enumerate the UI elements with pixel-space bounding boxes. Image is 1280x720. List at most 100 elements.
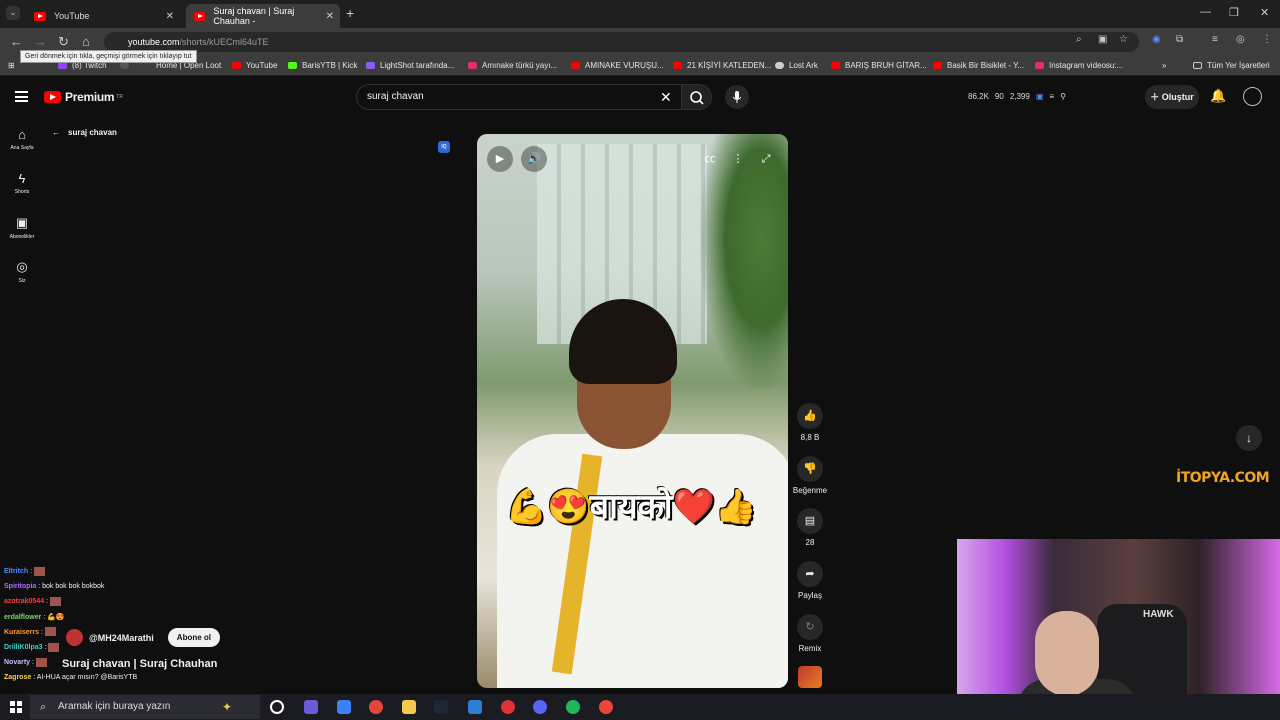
- channel-avatar[interactable]: [66, 629, 83, 646]
- video-person-shirt: [497, 434, 788, 688]
- search-input[interactable]: suraj chavan: [356, 84, 682, 110]
- iq-extension-badge[interactable]: IQ: [438, 141, 450, 153]
- minimize-icon[interactable]: —: [1200, 6, 1211, 18]
- home-icon[interactable]: ⌂: [82, 34, 90, 49]
- chrome-icon[interactable]: [369, 700, 383, 714]
- subscribe-button[interactable]: Abone ol: [167, 628, 221, 647]
- install-app-icon[interactable]: ▣: [1098, 34, 1107, 45]
- menu-icon[interactable]: ⋮: [1262, 34, 1272, 45]
- bookmark-item[interactable]: Instagram videosu:...: [1035, 61, 1123, 70]
- zoom-icon[interactable]: ⌕: [1076, 34, 1082, 45]
- youtube-logo[interactable]: Premium TR: [44, 90, 123, 104]
- sparkle-icon[interactable]: ✦: [222, 700, 236, 714]
- close-tab-icon[interactable]: ✕: [326, 11, 334, 22]
- video-caption: 💪😍बायको❤️👍: [505, 488, 758, 526]
- discord-icon[interactable]: [533, 700, 547, 714]
- lostark-icon: [775, 62, 784, 69]
- app-icon[interactable]: [468, 700, 482, 714]
- fullscreen-icon[interactable]: ⤢: [753, 146, 779, 172]
- like-count: 8,8 B: [800, 433, 820, 442]
- kick-icon: [288, 62, 297, 69]
- url-host: youtube.com: [128, 37, 180, 47]
- account-avatar[interactable]: [1243, 87, 1262, 106]
- back-icon[interactable]: ←: [10, 34, 23, 49]
- bookmark-item[interactable]: Amınake türkü yayı...: [468, 61, 557, 70]
- steam-icon[interactable]: [434, 700, 448, 714]
- back-to-search[interactable]: ← suraj chavan: [52, 128, 117, 137]
- shorts-icon: ϟ: [18, 171, 26, 186]
- filter-icon[interactable]: ≡: [1049, 92, 1054, 101]
- windows-start-icon[interactable]: [10, 701, 22, 713]
- sidebar-item-home[interactable]: ⌂ Ana Sayfa: [0, 127, 44, 151]
- cortana-icon[interactable]: [270, 700, 284, 714]
- file-explorer-icon[interactable]: [402, 700, 416, 714]
- bookmark-item[interactable]: 21 KİŞİYİ KATLEDEN...: [673, 61, 771, 70]
- dislike-label: Beğenme: [792, 486, 828, 495]
- bookmark-star-icon[interactable]: ☆: [1119, 34, 1128, 45]
- search-icon: ⌕: [40, 701, 47, 713]
- forward-icon[interactable]: →: [34, 34, 47, 49]
- bookmark-item[interactable]: AMINAKE VURUŞU...: [571, 61, 664, 70]
- extension-icon[interactable]: ▣: [1036, 92, 1044, 101]
- like-button[interactable]: 👍 8,8 B: [790, 403, 830, 442]
- taskbar-search-placeholder: Aramak için buraya yazın: [58, 701, 171, 712]
- search-button[interactable]: [682, 84, 712, 110]
- captions-icon[interactable]: ㏄: [697, 146, 723, 172]
- address-bar[interactable]: youtube.com/shorts/kUECml64uTE: [104, 32, 1139, 52]
- play-icon[interactable]: ▶: [487, 146, 513, 172]
- close-window-icon[interactable]: ✕: [1260, 6, 1269, 19]
- sidebar-item-shorts[interactable]: ϟ Shorts: [0, 171, 44, 195]
- hamburger-menu-icon[interactable]: [15, 91, 28, 102]
- pin-icon[interactable]: ⚲: [1060, 92, 1066, 101]
- dislike-button[interactable]: 👎 Beğenme: [790, 456, 830, 495]
- comments-button[interactable]: ▤ 28: [790, 508, 830, 547]
- remix-icon: ↻: [797, 614, 823, 640]
- close-tab-icon[interactable]: ✕: [166, 11, 174, 22]
- bookmark-item[interactable]: Lost Ark: [775, 61, 818, 70]
- spotify-icon[interactable]: [566, 700, 580, 714]
- new-tab-icon[interactable]: +: [346, 5, 354, 21]
- shorts-video-player[interactable]: 💪😍बायको❤️👍 ▶ 🔊 ㏄ ⋮ ⤢: [477, 134, 788, 688]
- extensions-icon[interactable]: ⧉: [1176, 34, 1183, 45]
- instagram-icon: [468, 62, 477, 69]
- app-icon[interactable]: [501, 700, 515, 714]
- chat-message: Zagrose : AI-HUA açar mısın? @BarisYTB: [4, 674, 138, 682]
- tab-shorts[interactable]: Suraj chavan | Suraj Chauhan - ✕: [186, 4, 340, 28]
- chrome-icon[interactable]: [599, 700, 613, 714]
- sidebar-item-subscriptions[interactable]: ▣ Abonelikler: [0, 215, 44, 240]
- share-button[interactable]: ➦ Paylaş: [790, 561, 830, 600]
- sound-thumbnail[interactable]: [798, 666, 822, 688]
- apps-icon[interactable]: ⊞: [8, 61, 15, 70]
- volume-icon[interactable]: 🔊: [521, 146, 547, 172]
- tab-youtube[interactable]: YouTube ✕: [26, 4, 180, 28]
- notifications-icon[interactable]: 🔔: [1210, 88, 1226, 104]
- channel-name[interactable]: @MH24Marathi: [89, 633, 154, 643]
- clear-search-icon[interactable]: ✕: [660, 89, 672, 106]
- app-icon[interactable]: [304, 700, 318, 714]
- lightshot-icon: [366, 62, 375, 69]
- next-video-arrow-icon[interactable]: ↓: [1236, 425, 1262, 451]
- maximize-icon[interactable]: ❐: [1229, 6, 1239, 19]
- youtube-header: Premium TR suraj chavan ✕ 86.2K 90 2,399…: [0, 76, 1280, 118]
- bookmark-item[interactable]: LightShot tarafında...: [366, 61, 454, 70]
- youtube-icon: [673, 62, 682, 69]
- calculator-icon[interactable]: [337, 700, 351, 714]
- remix-button[interactable]: ↻ Remix: [790, 614, 830, 653]
- reload-icon[interactable]: ↻: [58, 34, 69, 50]
- twitch-icon: [58, 62, 67, 69]
- voice-search-button[interactable]: [725, 85, 749, 109]
- profile-icon[interactable]: ◎: [1236, 34, 1245, 45]
- tab-search-icon[interactable]: ⌄: [6, 6, 20, 20]
- create-button[interactable]: ＋ Oluştur: [1145, 85, 1199, 109]
- extension-icon[interactable]: ◉: [1152, 34, 1161, 45]
- media-icon[interactable]: ≡: [1212, 34, 1218, 45]
- more-bookmarks-icon[interactable]: »: [1162, 61, 1166, 70]
- more-options-icon[interactable]: ⋮: [725, 146, 751, 172]
- all-bookmarks[interactable]: Tüm Yer İşaretleri: [1193, 61, 1270, 70]
- bookmark-item[interactable]: Basik Bir Bisiklet - Y...: [933, 61, 1024, 70]
- bookmark-item[interactable]: YouTube: [232, 61, 277, 70]
- bookmark-item[interactable]: BarisYTB | Kick: [288, 61, 357, 70]
- video-title[interactable]: Suraj chavan | Suraj Chauhan: [62, 658, 217, 670]
- bookmark-item[interactable]: BARIŞ BRUH GİTAR...: [831, 61, 927, 70]
- sidebar-item-you[interactable]: ◎ Siz: [0, 259, 44, 284]
